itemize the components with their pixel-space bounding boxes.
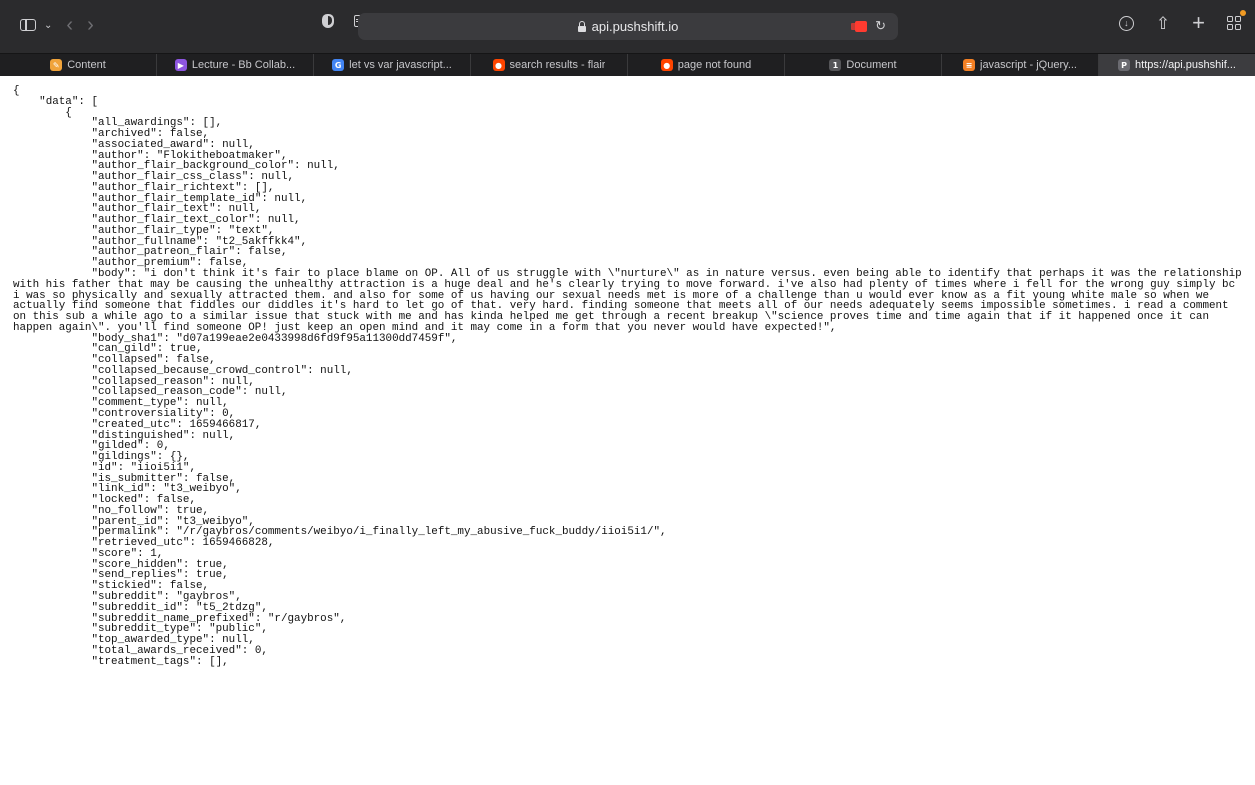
tab-favicon-icon: 1 [829, 59, 842, 71]
tab-label: https://api.pushshif... [1135, 59, 1236, 71]
browser-tab[interactable]: ≡ javascript - jQuery... [942, 54, 1099, 76]
share-icon[interactable]: ⇧ [1156, 15, 1170, 32]
chevron-down-icon[interactable]: ⌄ [44, 20, 52, 31]
plus-icon[interactable]: + [1192, 12, 1205, 34]
toolbar-left: ⌄ ‹ › [20, 15, 94, 35]
browser-tab[interactable]: Phttps://api.pushshif... [1099, 54, 1255, 76]
camera-icon[interactable] [851, 20, 868, 32]
sidebar-toggle-icon[interactable] [20, 19, 36, 31]
browser-tab[interactable]: ✎ Content [0, 54, 157, 76]
tab-favicon-icon: ● [492, 59, 505, 71]
tab-label: Lecture - Bb Collab... [191, 59, 296, 71]
tab-label: javascript - jQuery... [980, 59, 1077, 71]
tab-favicon-icon: ✎ [50, 59, 63, 71]
lock-icon [577, 20, 586, 32]
browser-toolbar: ⌄ ‹ › api.pushshift.io ↻ ↓ ⇧ + [0, 0, 1255, 53]
tab-label: Document [846, 59, 897, 71]
address-bar-actions: ↻ [851, 19, 886, 33]
forward-arrow-icon[interactable]: › [87, 15, 94, 35]
shield-icon[interactable] [322, 14, 334, 28]
browser-tab[interactable]: ● search results - flair [471, 54, 628, 76]
tab-favicon-icon: G [332, 59, 345, 71]
browser-tab[interactable]: Glet vs var javascript... [314, 54, 471, 76]
json-response: { "data": [ { "all_awardings": [], "arch… [13, 85, 1242, 668]
tab-bar: ✎ Content ▶ Lecture - Bb Collab... Glet vs v… [0, 53, 1255, 76]
tab-label: Content [67, 59, 106, 71]
tab-favicon-icon: ● [660, 59, 673, 71]
browser-tab[interactable]: ● page not found [628, 54, 785, 76]
tab-favicon-icon: ≡ [963, 59, 975, 71]
tab-label: let vs var javascript... [349, 59, 452, 71]
tab-label: search results - flair [509, 59, 606, 71]
tab-favicon-icon: P [1118, 59, 1131, 71]
toolbar-right: ↓ ⇧ + [1118, 10, 1246, 34]
grid-icon[interactable] [1227, 10, 1246, 30]
back-arrow-icon[interactable]: ‹ [66, 15, 73, 35]
url-text[interactable]: api.pushshift.io [592, 19, 679, 34]
notification-dot [1240, 10, 1246, 16]
reload-icon[interactable]: ↻ [875, 19, 886, 33]
browser-tab[interactable]: ▶ Lecture - Bb Collab... [157, 54, 314, 76]
tab-favicon-icon: ▶ [174, 59, 187, 71]
tab-label: page not found [677, 59, 752, 71]
browser-tab[interactable]: 1 Document [785, 54, 942, 76]
download-icon[interactable]: ↓ [1118, 15, 1134, 31]
address-bar[interactable]: api.pushshift.io ↻ [358, 13, 898, 40]
page-content: { "data": [ { "all_awardings": [], "arch… [0, 76, 1255, 667]
